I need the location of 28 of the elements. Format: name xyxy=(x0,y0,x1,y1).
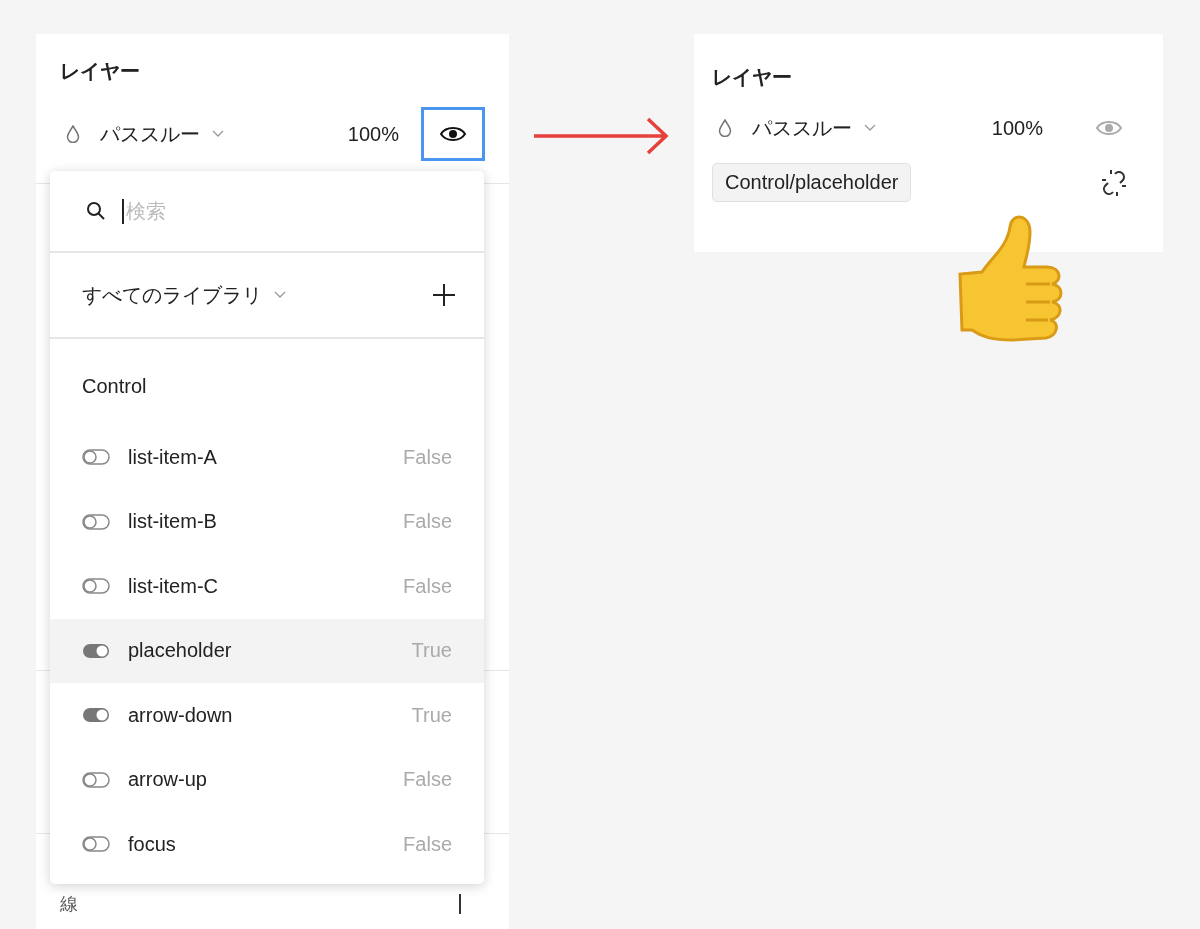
opacity-value: 100% xyxy=(991,116,1043,140)
variant-option[interactable]: list-item-A False xyxy=(50,425,484,490)
variant-option[interactable]: placeholder True xyxy=(50,618,484,683)
caret-icon xyxy=(274,291,286,299)
visibility-button[interactable] xyxy=(421,107,485,161)
eye-icon xyxy=(1095,119,1123,137)
blend-mode-dropdown[interactable]: パススルー xyxy=(100,120,224,148)
variant-option[interactable]: focus False xyxy=(50,812,484,877)
panel-title: レイヤー xyxy=(60,59,141,84)
caret-icon xyxy=(212,130,224,138)
variant-option[interactable]: arrow-up False xyxy=(50,747,484,812)
search-icon xyxy=(86,201,106,221)
panel-title: レイヤー xyxy=(712,65,793,90)
section-label: 線 xyxy=(60,893,78,916)
variant-option[interactable]: arrow-down True xyxy=(50,683,484,748)
component-tag[interactable]: Control/placeholder xyxy=(712,163,912,202)
eye-icon xyxy=(439,125,467,143)
library-filter-dropdown[interactable]: すべてのライブラリ xyxy=(82,281,286,309)
drop-icon xyxy=(66,125,80,143)
variant-option[interactable]: list-item-B False xyxy=(50,489,484,554)
opacity-value: 100% xyxy=(347,122,399,146)
blend-mode-dropdown[interactable]: パススルー xyxy=(752,114,876,142)
group-title: Control xyxy=(81,374,148,399)
add-icon[interactable] xyxy=(432,283,456,307)
drop-icon xyxy=(718,119,732,137)
unlink-icon[interactable] xyxy=(1099,167,1129,198)
variant-option[interactable]: list-item-C False xyxy=(50,554,484,619)
caret-icon xyxy=(864,124,876,132)
